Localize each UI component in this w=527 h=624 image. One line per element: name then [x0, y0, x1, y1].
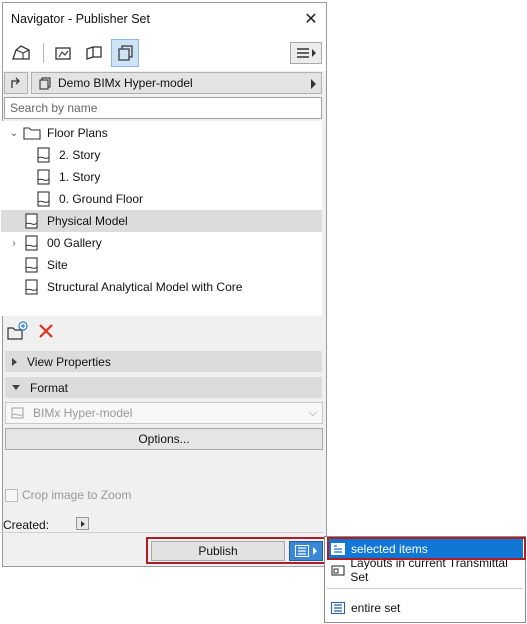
tree-item-label: Physical Model — [47, 214, 128, 228]
tree-item-floor-plans[interactable]: ⌄ Floor Plans — [1, 122, 322, 144]
view-icon — [35, 146, 53, 164]
footer-divider — [0, 532, 323, 533]
view-icon — [35, 190, 53, 208]
project-map-icon[interactable] — [7, 39, 35, 67]
format-value: BIMx Hyper-model — [33, 406, 133, 420]
created-row: Created: — [3, 518, 49, 532]
chevron-down-icon: ⌵ — [308, 407, 317, 419]
tree-item-label: 1. Story — [59, 170, 101, 184]
layout-book-icon[interactable] — [80, 39, 108, 67]
publish-button[interactable]: Publish — [151, 541, 285, 561]
publisher-sets-icon[interactable] — [111, 39, 139, 67]
collapse-icon — [12, 385, 20, 390]
panel-title: Format — [30, 380, 69, 395]
crop-label: Crop image to Zoom — [22, 488, 132, 502]
layout-icon — [329, 562, 346, 578]
delete-icon[interactable] — [38, 323, 54, 342]
publisher-set-icon — [39, 77, 51, 90]
menu-divider — [327, 588, 523, 589]
created-label: Created: — [3, 518, 50, 532]
menu-item-entire-set[interactable]: entire set — [327, 598, 523, 618]
callout-highlight-menu — [327, 537, 526, 560]
menu-item-label: entire set — [351, 601, 401, 615]
tree-item-physical-model[interactable]: Physical Model — [1, 210, 322, 232]
view-icon — [23, 278, 41, 296]
chevron-right-icon — [312, 49, 316, 57]
publisher-set-row: Demo BIMx Hyper-model — [4, 72, 322, 94]
tree-item-label: 2. Story — [59, 148, 101, 162]
arrow-up-icon — [11, 77, 20, 88]
options-menu-button[interactable] — [290, 42, 322, 64]
new-folder-icon[interactable] — [6, 320, 28, 344]
view-icon — [23, 256, 41, 274]
chevron-right-icon — [80, 520, 85, 527]
tree-item-label: 0. Ground Floor — [59, 192, 144, 206]
view-properties-header[interactable]: View Properties — [5, 351, 322, 372]
publisher-tree: ⌄ Floor Plans 2. Story 1. Story 0. Groun… — [1, 121, 322, 316]
tree-item-00-gallery[interactable]: › 00 Gallery — [1, 232, 322, 254]
menu-item-layouts-transmittal[interactable]: Layouts in current Transmittal Set — [327, 556, 523, 584]
tree-item-1-story[interactable]: 1. Story — [1, 166, 322, 188]
tree-actions — [6, 320, 54, 344]
format-header[interactable]: Format — [5, 377, 322, 398]
chevron-down-icon[interactable]: ⌄ — [9, 128, 19, 139]
chevron-right-icon — [311, 79, 316, 89]
list-icon — [329, 600, 347, 616]
search-input[interactable] — [4, 97, 322, 119]
menu-item-label: Layouts in current Transmittal Set — [350, 556, 508, 584]
close-icon[interactable]: ✕ — [296, 4, 326, 34]
bimx-icon — [11, 407, 24, 419]
checkbox-box[interactable] — [5, 488, 18, 502]
toolbar-separator — [43, 43, 44, 63]
options-button[interactable]: Options... — [5, 428, 323, 450]
view-icon — [23, 212, 41, 230]
window-title: Navigator - Publisher Set — [11, 12, 150, 26]
view-map-icon[interactable] — [49, 39, 77, 67]
publish-menu-button[interactable] — [289, 541, 323, 561]
tree-item-2-story[interactable]: 2. Story — [1, 144, 322, 166]
tree-item-ground-floor[interactable]: 0. Ground Floor — [1, 188, 322, 210]
list-icon — [295, 545, 309, 557]
title-bar: Navigator - Publisher Set ✕ — [3, 3, 326, 35]
list-icon — [297, 48, 309, 58]
tree-item-label: Site — [47, 258, 68, 272]
panel-title: View Properties — [27, 354, 111, 369]
format-select[interactable]: BIMx Hyper-model ⌵ — [5, 402, 323, 424]
go-up-button[interactable] — [4, 72, 28, 94]
tree-item-label: Floor Plans — [47, 126, 108, 140]
tree-item-label: Structural Analytical Model with Core — [47, 280, 243, 294]
tree-item-site[interactable]: Site — [1, 254, 322, 276]
expand-icon — [12, 357, 17, 366]
navigator-toolbar — [3, 35, 326, 71]
view-icon — [35, 168, 53, 186]
chevron-right-icon — [313, 547, 317, 555]
publisher-set-name: Demo BIMx Hyper-model — [58, 76, 193, 90]
crop-checkbox[interactable]: Crop image to Zoom — [5, 488, 131, 502]
tree-item-structural-model[interactable]: Structural Analytical Model with Core — [1, 276, 322, 298]
publisher-set-selector[interactable]: Demo BIMx Hyper-model — [31, 72, 322, 94]
chevron-right-icon[interactable]: › — [9, 238, 19, 249]
tree-item-label: 00 Gallery — [47, 236, 102, 250]
folder-icon — [23, 124, 41, 142]
view-icon — [23, 234, 41, 252]
created-toggle-button[interactable] — [76, 517, 89, 530]
